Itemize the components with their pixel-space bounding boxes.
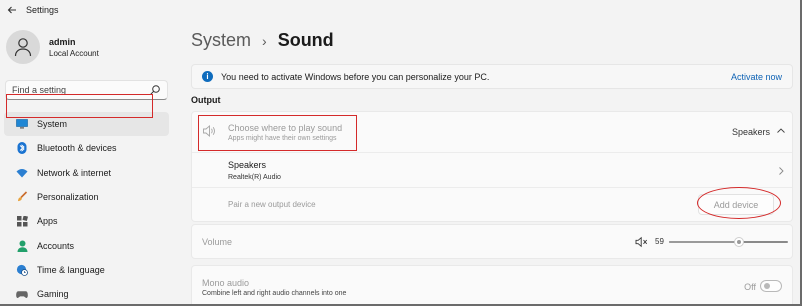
profile-name: admin [49, 36, 76, 47]
sidebar-item-time-language[interactable]: Time & language [4, 258, 169, 282]
mono-audio-toggle[interactable] [760, 280, 782, 292]
search-input[interactable]: Find a setting [5, 80, 168, 100]
sidebar-item-label: Gaming [37, 289, 69, 300]
sidebar-item-label: Apps [37, 216, 58, 227]
sidebar-item-bluetooth[interactable]: Bluetooth & devices [4, 136, 169, 160]
controller-icon [16, 288, 28, 300]
title-bar: Settings [0, 0, 802, 20]
breadcrumb: System › Sound [191, 30, 334, 51]
activation-infobar: i You need to activate Windows before yo… [191, 64, 793, 89]
sidebar-item-label: Accounts [37, 240, 75, 251]
person-icon [16, 240, 28, 252]
section-title-output: Output [191, 95, 221, 105]
choose-output-subtitle: Apps might have their own settings [228, 135, 337, 142]
brush-icon [16, 191, 28, 203]
sidebar-item-gaming[interactable]: Gaming [4, 282, 169, 306]
wifi-icon [16, 167, 28, 179]
volume-label: Volume [202, 237, 233, 247]
monitor-icon [16, 118, 28, 130]
volume-value: 59 [655, 237, 664, 246]
toggle-knob [764, 283, 770, 289]
globe-clock-icon [16, 264, 28, 276]
sidebar-item-system[interactable]: System [4, 112, 169, 137]
activate-now-link[interactable]: Activate now [731, 72, 782, 82]
mono-audio-card: Mono audio Combine left and right audio … [191, 265, 793, 306]
volume-slider[interactable] [669, 237, 788, 247]
user-profile[interactable]: admin Local Account [6, 30, 99, 64]
add-device-button[interactable]: Add device [698, 194, 774, 215]
breadcrumb-parent[interactable]: System [191, 30, 251, 51]
sidebar-item-network[interactable]: Network & internet [4, 161, 169, 185]
slider-thumb[interactable] [734, 237, 745, 247]
choose-output-row[interactable]: Choose where to play sound Apps might ha… [192, 112, 792, 152]
device-row-speakers[interactable]: Speakers Realtek(R) Audio [192, 152, 792, 187]
sidebar-item-label: Time & language [37, 264, 105, 275]
avatar [6, 30, 40, 64]
speaker-icon [203, 125, 215, 137]
sidebar-item-label: Network & internet [37, 167, 112, 178]
device-driver: Realtek(R) Audio [228, 174, 281, 181]
breadcrumb-separator: › [262, 32, 267, 49]
slider-fill [669, 241, 740, 243]
search-placeholder: Find a setting [12, 85, 67, 95]
sidebar-item-apps[interactable]: Apps [4, 209, 169, 233]
apps-icon [16, 215, 28, 227]
sidebar-item-label: Bluetooth & devices [37, 143, 117, 154]
mono-toggle-state: Off [744, 282, 756, 292]
output-card: Choose where to play sound Apps might ha… [191, 111, 793, 222]
user-silhouette-icon [14, 38, 32, 57]
mono-audio-subtitle: Combine left and right audio channels in… [202, 290, 347, 297]
infobar-message: You need to activate Windows before you … [221, 71, 490, 82]
bluetooth-icon [16, 142, 28, 155]
sidebar-item-accounts[interactable]: Accounts [4, 233, 169, 257]
sidebar-nav: System Bluetooth & devices Network & int… [0, 112, 175, 306]
pair-device-label: Pair a new output device [228, 200, 316, 209]
sidebar-item-label: Personalization [37, 192, 99, 203]
sidebar-item-personalization[interactable]: Personalization [4, 185, 169, 209]
sidebar: admin Local Account Find a setting Syste… [0, 20, 175, 306]
pair-device-row: Pair a new output device Add device [192, 187, 792, 222]
profile-account-type: Local Account [49, 48, 99, 58]
page-title: Sound [277, 30, 334, 50]
device-name: Speakers [228, 160, 267, 170]
back-arrow-icon[interactable] [4, 2, 20, 18]
chevron-up-icon[interactable] [776, 126, 786, 136]
selected-output-device: Speakers [731, 127, 770, 137]
mono-audio-title: Mono audio [202, 278, 250, 288]
chevron-right-icon [779, 167, 784, 175]
window-title: Settings [26, 5, 59, 15]
search-icon [150, 85, 160, 95]
info-icon: i [202, 71, 213, 82]
sidebar-item-label: System [37, 119, 68, 130]
speaker-mute-icon[interactable] [635, 236, 648, 248]
choose-output-title: Choose where to play sound [228, 123, 343, 133]
volume-card: Volume 59 [191, 224, 793, 259]
